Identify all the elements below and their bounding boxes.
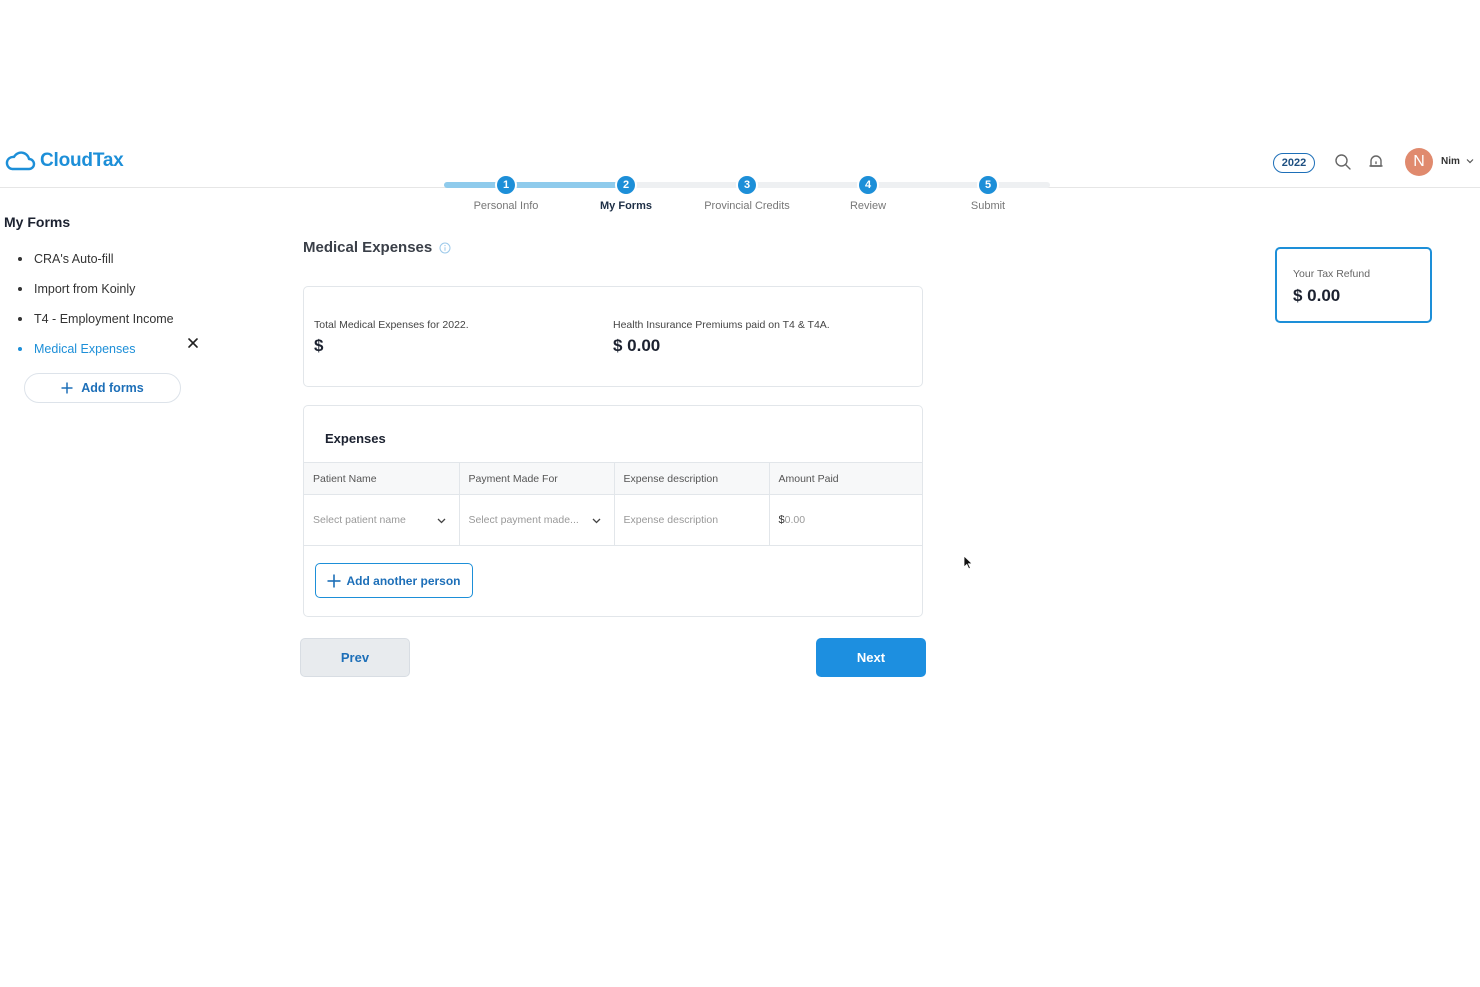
add-another-person-label: Add another person — [346, 573, 461, 588]
page-title: Medical Expenses — [303, 239, 451, 256]
sidebar-item-medical-expenses[interactable]: Medical Expenses — [16, 334, 174, 364]
step-number: 5 — [979, 176, 997, 194]
cloud-logo-icon — [5, 151, 36, 171]
table-row: Select patient name Select payment made.… — [304, 494, 922, 546]
step-number: 1 — [497, 176, 515, 194]
expense-description-input[interactable]: Expense description — [613, 494, 770, 546]
cloudtax-logo[interactable]: CloudTax — [4, 150, 124, 172]
logo-text: CloudTax — [40, 150, 124, 171]
step-number: 2 — [617, 176, 635, 194]
step-number: 3 — [738, 176, 756, 194]
total-expenses-label: Total Medical Expenses for 2022. — [314, 319, 469, 331]
summary-card: Total Medical Expenses for 2022. $ Healt… — [303, 286, 923, 387]
premiums-value: $ 0.00 — [613, 336, 661, 355]
search-icon[interactable] — [1333, 152, 1353, 172]
sidebar-form-list: CRA's Auto-fill Import from Koinly T4 - … — [16, 244, 174, 364]
column-header-payment-made-for: Payment Made For — [458, 462, 615, 495]
tax-refund-card: Your Tax Refund $ 0.00 — [1275, 247, 1432, 323]
sidebar-item-t4-employment[interactable]: T4 - Employment Income — [16, 304, 174, 334]
prev-button[interactable]: Prev — [300, 638, 410, 677]
avatar[interactable]: N — [1405, 148, 1433, 176]
page-title-text: Medical Expenses — [303, 239, 433, 256]
chevron-down-icon[interactable] — [1465, 156, 1475, 166]
column-header-patient-name: Patient Name — [304, 462, 460, 495]
patient-name-placeholder: Select patient name — [313, 514, 406, 526]
user-name[interactable]: Nim — [1441, 156, 1460, 167]
info-icon[interactable] — [439, 242, 451, 254]
step-label: Submit — [970, 200, 1006, 212]
notification-icon[interactable] — [1366, 152, 1386, 172]
progress-stepper: 1 Personal Info 2 My Forms 3 Provincial … — [444, 176, 1050, 216]
expenses-table: Patient Name Payment Made For Expense de… — [304, 462, 922, 546]
step-personal-info[interactable]: 1 Personal Info — [446, 176, 566, 212]
step-label: Review — [849, 200, 887, 212]
step-provincial-credits[interactable]: 3 Provincial Credits — [687, 176, 807, 212]
expense-description-placeholder: Expense description — [623, 514, 719, 526]
total-medical-expenses: Total Medical Expenses for 2022. $ — [314, 319, 469, 356]
amount-paid-input[interactable]: $0.00 — [768, 494, 922, 546]
amount-placeholder: 0.00 — [784, 514, 806, 526]
payment-made-for-select[interactable]: Select payment made... — [458, 494, 615, 546]
step-submit[interactable]: 5 Submit — [928, 176, 1048, 212]
sidebar-title: My Forms — [4, 214, 71, 230]
sidebar-item-cra-auto-fill[interactable]: CRA's Auto-fill — [16, 244, 174, 274]
add-forms-button[interactable]: Add forms — [24, 373, 181, 403]
close-icon[interactable] — [187, 337, 199, 349]
payment-made-for-placeholder: Select payment made... — [468, 514, 579, 526]
step-label: Provincial Credits — [704, 200, 790, 212]
step-number: 4 — [859, 176, 877, 194]
step-label: My Forms — [600, 200, 652, 212]
plus-icon — [327, 574, 341, 587]
premiums-label: Health Insurance Premiums paid on T4 & T… — [613, 319, 830, 331]
step-review[interactable]: 4 Review — [808, 176, 928, 212]
expenses-title: Expenses — [325, 431, 386, 446]
sidebar-item-import-koinly[interactable]: Import from Koinly — [16, 274, 174, 304]
tax-refund-value: $ 0.00 — [1293, 286, 1341, 305]
plus-icon — [61, 382, 73, 394]
step-label: Personal Info — [473, 200, 539, 212]
tax-refund-label: Your Tax Refund — [1293, 268, 1371, 280]
add-forms-label: Add forms — [81, 381, 144, 395]
health-insurance-premiums: Health Insurance Premiums paid on T4 & T… — [613, 319, 830, 356]
tax-year-badge[interactable]: 2022 — [1273, 153, 1315, 173]
total-expenses-value: $ — [314, 336, 324, 355]
column-header-expense-description: Expense description — [613, 462, 770, 495]
column-header-amount-paid: Amount Paid — [768, 462, 922, 495]
step-my-forms[interactable]: 2 My Forms — [566, 176, 686, 212]
mouse-cursor-icon — [963, 555, 973, 570]
expenses-card: Expenses Patient Name Payment Made For E… — [303, 405, 923, 617]
chevron-down-icon — [437, 518, 445, 524]
add-another-person-button[interactable]: Add another person — [315, 563, 473, 598]
chevron-down-icon — [592, 518, 600, 524]
patient-name-select[interactable]: Select patient name — [304, 494, 460, 546]
table-header-row: Patient Name Payment Made For Expense de… — [304, 462, 922, 495]
next-button[interactable]: Next — [816, 638, 926, 677]
